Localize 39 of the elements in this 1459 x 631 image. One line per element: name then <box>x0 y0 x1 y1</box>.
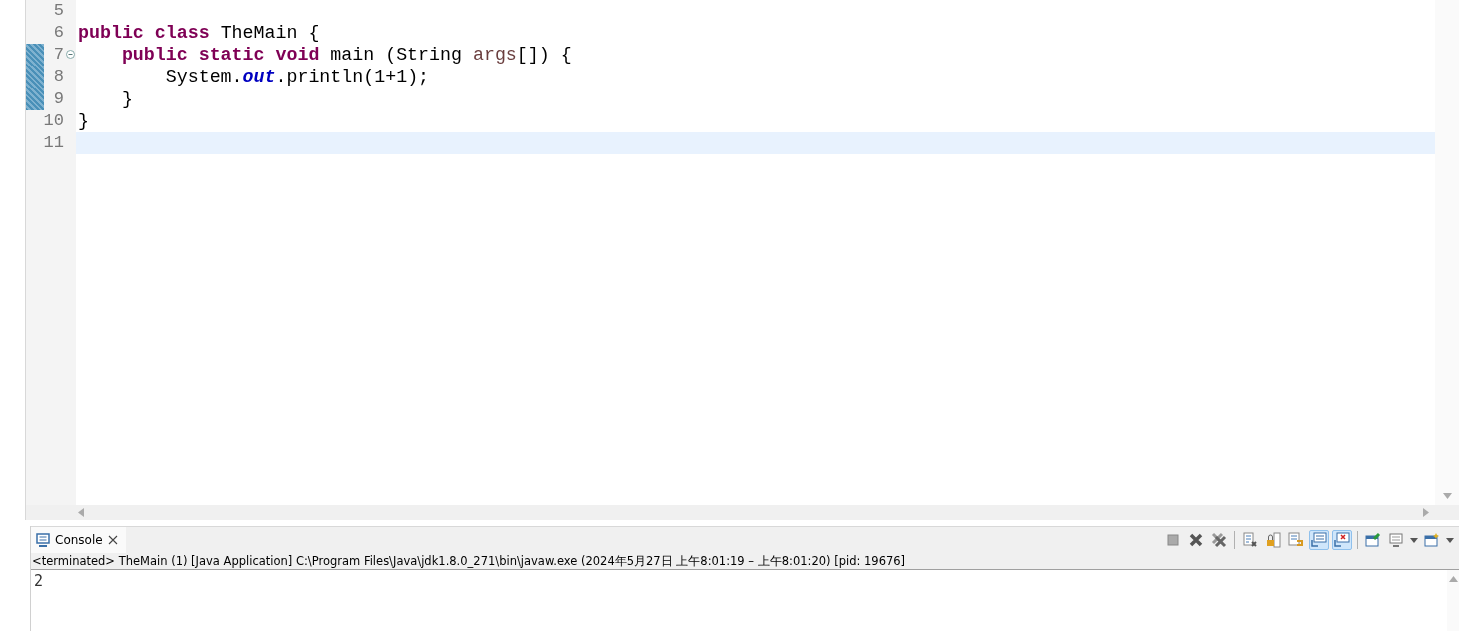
window-pin-icon <box>1365 532 1381 548</box>
tab-label: Console <box>55 533 103 547</box>
code-line: System.out.println(1+1); <box>164 67 430 87</box>
lock-icon <box>1265 532 1281 548</box>
monitor-icon <box>36 533 50 547</box>
line-number: 7 <box>53 45 64 65</box>
toolbar-button[interactable] <box>1332 530 1352 550</box>
close-icon[interactable] <box>107 535 118 545</box>
stop-icon <box>1167 534 1179 546</box>
document-arrow-icon <box>1288 532 1304 548</box>
line-number: 5 <box>53 1 64 21</box>
caret-icon <box>1446 537 1454 543</box>
line-number: 6 <box>53 23 64 43</box>
close-icon <box>1189 533 1203 547</box>
document-cross-icon <box>1242 532 1258 548</box>
code-line: } <box>120 89 133 109</box>
monitor-error-icon <box>1334 532 1350 548</box>
caret-icon <box>1410 537 1418 543</box>
line-number: 8 <box>53 67 64 87</box>
new-window-icon <box>1424 532 1440 548</box>
code-line: public class TheMain { <box>78 23 320 43</box>
fold-icon[interactable] <box>66 50 75 59</box>
toolbar-button[interactable] <box>1363 530 1383 550</box>
toolbar-button[interactable] <box>1309 530 1329 550</box>
vertical-scrollbar[interactable] <box>1435 0 1459 505</box>
double-cross-icon <box>1211 532 1227 548</box>
line-number: 9 <box>53 89 64 109</box>
console-tab[interactable]: Console <box>31 527 126 553</box>
toolbar-button[interactable] <box>1386 530 1406 550</box>
code-line: public static void main (String args[]) { <box>120 45 572 65</box>
line-number: 11 <box>43 133 64 153</box>
process-status: <terminated> TheMain (1) [Java Application] C:\Program Files\Java\jdk1.8.0_271\bin\javaw.exe (2024年5月27日 上午8:01:19 – 上午8:01:20) [pid: 19676] <box>31 553 1459 570</box>
console-output: 2 <box>34 572 45 590</box>
code-line: } <box>78 111 89 131</box>
line-number: 10 <box>43 111 64 131</box>
monitor-icon <box>1311 532 1327 548</box>
vertical-scrollbar[interactable] <box>1447 570 1459 631</box>
monitor-icon <box>1388 532 1404 548</box>
toolbar-button[interactable] <box>1209 530 1229 550</box>
